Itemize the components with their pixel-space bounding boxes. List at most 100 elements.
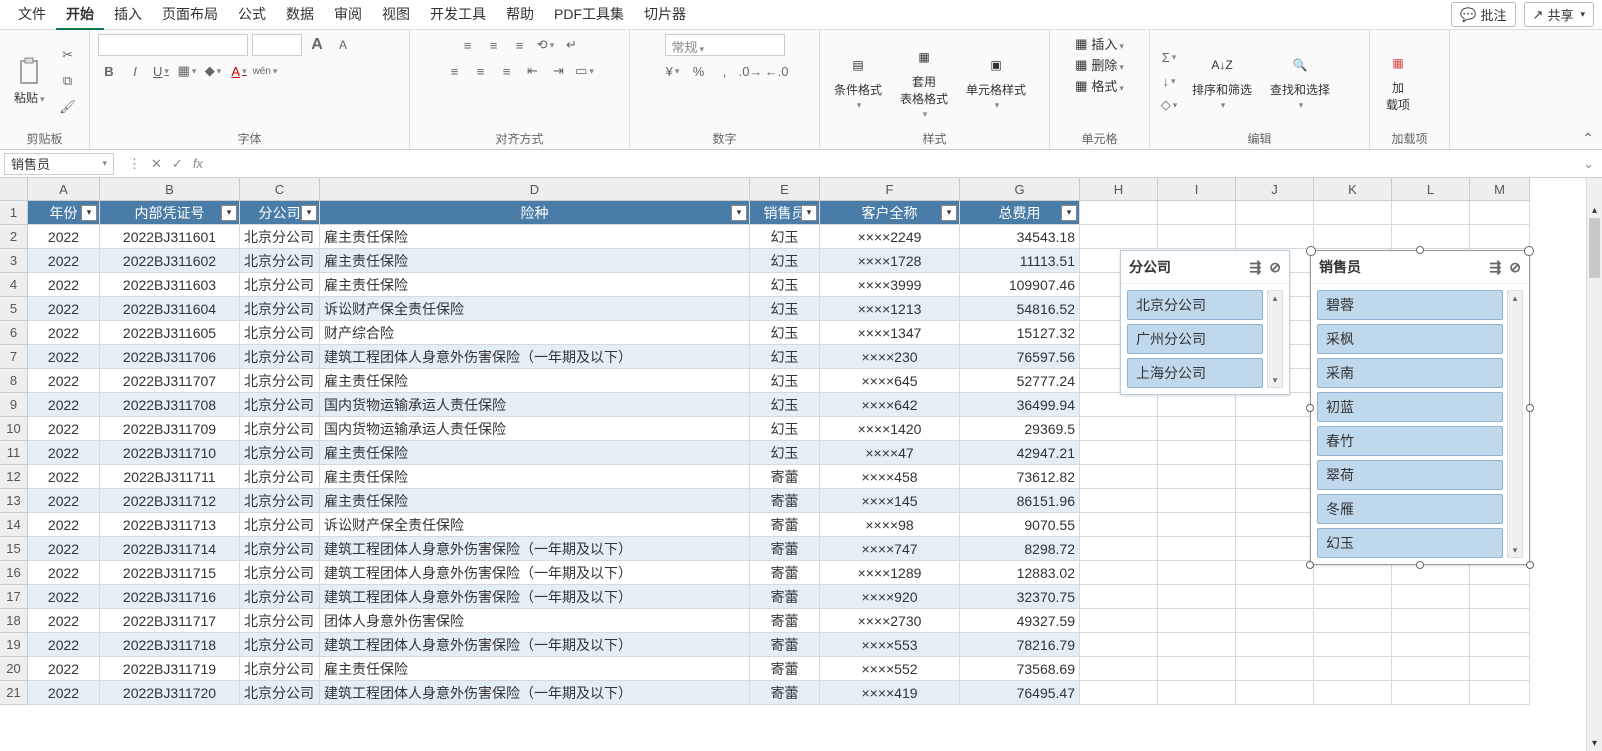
cell[interactable]: 15127.32 bbox=[960, 321, 1080, 345]
cell[interactable]: 8298.72 bbox=[960, 537, 1080, 561]
slicer-scrollbar[interactable]: ▴▾ bbox=[1267, 290, 1283, 388]
cell[interactable]: ××××3999 bbox=[820, 273, 960, 297]
cell[interactable]: ××××47 bbox=[820, 441, 960, 465]
cell[interactable] bbox=[1158, 537, 1236, 561]
cell[interactable] bbox=[1236, 393, 1314, 417]
cell[interactable]: ××××1728 bbox=[820, 249, 960, 273]
row-header[interactable]: 5 bbox=[0, 297, 28, 321]
menu-tab-10[interactable]: PDF工具集 bbox=[544, 0, 634, 30]
cell[interactable]: 北京分公司 bbox=[240, 633, 320, 657]
cell[interactable]: 北京分公司 bbox=[240, 369, 320, 393]
row-header[interactable]: 10 bbox=[0, 417, 28, 441]
fb-dropdown-icon[interactable]: ⋮ bbox=[128, 156, 141, 172]
slicer-item[interactable]: 幻玉 bbox=[1317, 528, 1503, 558]
cell[interactable]: 52777.24 bbox=[960, 369, 1080, 393]
cell[interactable]: 幻玉 bbox=[750, 225, 820, 249]
cell[interactable]: 9070.55 bbox=[960, 513, 1080, 537]
cell[interactable]: 寄蕾 bbox=[750, 585, 820, 609]
row-header[interactable]: 19 bbox=[0, 633, 28, 657]
clear-filter-icon[interactable]: ⊘ bbox=[1509, 259, 1521, 276]
cell[interactable]: ××××1213 bbox=[820, 297, 960, 321]
align-left-icon[interactable]: ≡ bbox=[444, 60, 466, 82]
cell[interactable]: 北京分公司 bbox=[240, 345, 320, 369]
cell[interactable] bbox=[1314, 657, 1392, 681]
cell[interactable]: 寄蕾 bbox=[750, 489, 820, 513]
cell[interactable]: 34543.18 bbox=[960, 225, 1080, 249]
table-format-button[interactable]: ▦套用 表格格式 bbox=[894, 41, 954, 122]
multi-select-icon[interactable]: ⇶ bbox=[1490, 259, 1502, 276]
cell[interactable] bbox=[1158, 441, 1236, 465]
cell[interactable] bbox=[1158, 465, 1236, 489]
cell[interactable] bbox=[1080, 537, 1158, 561]
cell[interactable]: 寄蕾 bbox=[750, 513, 820, 537]
row-header[interactable]: 12 bbox=[0, 465, 28, 489]
cell[interactable]: 雇主责任保险 bbox=[320, 249, 750, 273]
cell[interactable]: ××××419 bbox=[820, 681, 960, 705]
vertical-scrollbar[interactable]: ▴▾ bbox=[1586, 178, 1602, 751]
cell[interactable]: ××××1420 bbox=[820, 417, 960, 441]
cell[interactable] bbox=[1236, 657, 1314, 681]
cell[interactable]: 2022BJ311716 bbox=[100, 585, 240, 609]
cell[interactable]: ××××747 bbox=[820, 537, 960, 561]
slicer-item[interactable]: 冬雁 bbox=[1317, 494, 1503, 524]
phonetic-icon[interactable]: wén bbox=[254, 60, 276, 82]
row-header[interactable]: 15 bbox=[0, 537, 28, 561]
menu-tab-0[interactable]: 文件 bbox=[8, 0, 56, 30]
cell[interactable]: 11113.51 bbox=[960, 249, 1080, 273]
delete-cells-button[interactable]: ▦删除 bbox=[1075, 55, 1124, 74]
font-color-icon[interactable]: A bbox=[228, 60, 250, 82]
cell[interactable]: 73568.69 bbox=[960, 657, 1080, 681]
cell[interactable]: 北京分公司 bbox=[240, 585, 320, 609]
cell[interactable]: ××××230 bbox=[820, 345, 960, 369]
cell[interactable]: 北京分公司 bbox=[240, 249, 320, 273]
cell[interactable]: 2022 bbox=[28, 417, 100, 441]
border-icon[interactable]: ▦ bbox=[176, 60, 198, 82]
cell[interactable]: 109907.46 bbox=[960, 273, 1080, 297]
cell[interactable] bbox=[1236, 201, 1314, 225]
cell[interactable]: 雇主责任保险 bbox=[320, 657, 750, 681]
cell[interactable] bbox=[1158, 681, 1236, 705]
row-header[interactable]: 20 bbox=[0, 657, 28, 681]
cell[interactable]: 2022 bbox=[28, 609, 100, 633]
italic-icon[interactable]: I bbox=[124, 60, 146, 82]
cell[interactable]: 幻玉 bbox=[750, 297, 820, 321]
cell[interactable]: 诉讼财产保全责任保险 bbox=[320, 513, 750, 537]
row-header[interactable]: 1 bbox=[0, 201, 28, 225]
multi-select-icon[interactable]: ⇶ bbox=[1250, 259, 1262, 276]
cell[interactable]: 北京分公司 bbox=[240, 657, 320, 681]
cell[interactable]: ××××145 bbox=[820, 489, 960, 513]
cell[interactable] bbox=[1158, 393, 1236, 417]
cell[interactable] bbox=[1236, 561, 1314, 585]
cell[interactable] bbox=[1392, 657, 1470, 681]
cell[interactable]: 12883.02 bbox=[960, 561, 1080, 585]
cell[interactable] bbox=[1158, 225, 1236, 249]
row-header[interactable]: 14 bbox=[0, 513, 28, 537]
name-box[interactable]: 销售员▾ bbox=[4, 153, 114, 175]
row-header[interactable]: 11 bbox=[0, 441, 28, 465]
cell[interactable] bbox=[1392, 201, 1470, 225]
cell[interactable] bbox=[1236, 609, 1314, 633]
cell[interactable]: 42947.21 bbox=[960, 441, 1080, 465]
cell[interactable]: ××××2249 bbox=[820, 225, 960, 249]
fill-icon[interactable]: ↓ bbox=[1158, 70, 1180, 92]
filter-button[interactable]: ▾ bbox=[221, 205, 237, 221]
cell[interactable]: 2022 bbox=[28, 441, 100, 465]
decrease-decimal-icon[interactable]: ←.0 bbox=[766, 60, 788, 82]
cell[interactable]: 寄蕾 bbox=[750, 561, 820, 585]
cell[interactable]: 国内货物运输承运人责任保险 bbox=[320, 393, 750, 417]
align-bottom-icon[interactable]: ≡ bbox=[509, 34, 531, 56]
cell[interactable]: 团体人身意外伤害保险 bbox=[320, 609, 750, 633]
cell[interactable]: 54816.52 bbox=[960, 297, 1080, 321]
slicer-scrollbar[interactable]: ▴▾ bbox=[1507, 290, 1523, 558]
cell[interactable] bbox=[1080, 201, 1158, 225]
format-painter-icon[interactable]: 🖌 bbox=[57, 96, 79, 118]
slicer-item[interactable]: 广州分公司 bbox=[1127, 324, 1263, 354]
cell[interactable]: 寄蕾 bbox=[750, 681, 820, 705]
orientation-icon[interactable]: ⟲ bbox=[535, 34, 557, 56]
cell[interactable]: 2022 bbox=[28, 369, 100, 393]
font-family-select[interactable] bbox=[98, 34, 248, 56]
filter-button[interactable]: ▾ bbox=[1061, 205, 1077, 221]
cell[interactable] bbox=[1470, 225, 1530, 249]
confirm-icon[interactable]: ✓ bbox=[172, 156, 183, 172]
cell[interactable]: 雇主责任保险 bbox=[320, 273, 750, 297]
